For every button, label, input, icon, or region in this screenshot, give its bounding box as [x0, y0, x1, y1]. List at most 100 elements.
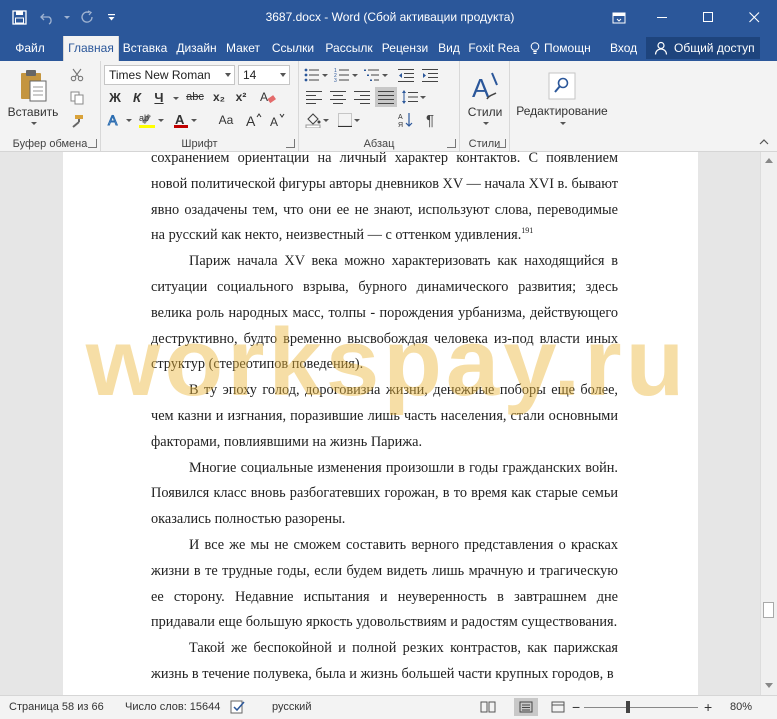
underline-button[interactable]: Ч — [149, 88, 169, 106]
increase-indent-button[interactable] — [419, 65, 441, 85]
clipboard-dialog-launcher[interactable] — [88, 139, 97, 148]
grow-font-button[interactable]: A — [243, 110, 265, 130]
font-dialog-launcher[interactable] — [286, 139, 295, 148]
shrink-font-button[interactable]: A — [267, 110, 289, 130]
redo-button[interactable] — [74, 5, 100, 31]
grow-font-icon: A — [246, 113, 262, 128]
tab-references[interactable]: Ссылки — [266, 35, 320, 61]
zoom-slider-thumb[interactable] — [626, 701, 631, 713]
shading-button[interactable] — [303, 110, 331, 130]
window-title: 3687.docx - Word (Сбой активации продукт… — [265, 10, 515, 24]
undo-dropdown[interactable] — [62, 5, 72, 31]
ribbon-display-options-button[interactable] — [599, 0, 639, 35]
italic-button[interactable]: К — [127, 88, 147, 106]
web-layout-button[interactable] — [546, 698, 570, 716]
word-count[interactable]: Число слов: 15644 — [125, 696, 220, 719]
scroll-thumb[interactable] — [763, 602, 774, 618]
subscript-button[interactable]: x₂ — [209, 88, 229, 106]
paste-button[interactable]: Вставить — [8, 65, 58, 129]
tab-layout[interactable]: Макет — [222, 35, 264, 61]
align-center-button[interactable] — [327, 87, 349, 107]
tab-file[interactable]: Файл — [0, 35, 60, 61]
language-indicator[interactable]: русский — [272, 696, 311, 719]
svg-text:ab: ab — [139, 113, 149, 123]
sort-icon-button[interactable]: АЯ — [395, 110, 417, 130]
highlight-color-button[interactable]: ab — [137, 110, 165, 130]
share-button[interactable]: Общий доступ — [646, 37, 760, 59]
document-text[interactable]: сохранением ориентации на личный характе… — [151, 152, 618, 688]
footnote-ref[interactable]: 191 — [521, 227, 533, 236]
tab-design[interactable]: Дизайн — [173, 35, 220, 61]
paragraph-2: Париж начала XV века можно характеризова… — [151, 253, 618, 373]
customize-qat-button[interactable] — [102, 5, 120, 31]
paragraph-group-label: Абзац — [363, 138, 395, 150]
chevron-up-icon — [759, 139, 769, 145]
bold-button[interactable]: Ж — [105, 88, 125, 106]
font-size-combo[interactable]: 14 — [238, 65, 290, 85]
underline-dropdown[interactable] — [173, 97, 179, 100]
tab-review[interactable]: Рецензи — [378, 35, 432, 61]
multilevel-list-button[interactable] — [363, 65, 389, 85]
strikethrough-button[interactable]: abc — [183, 88, 207, 106]
page-counter[interactable]: Страница 58 из 66 — [9, 696, 104, 719]
vertical-scrollbar[interactable] — [760, 152, 777, 695]
document-area[interactable]: сохранением ориентации на личный характе… — [0, 152, 760, 695]
text-effects-button[interactable]: A — [105, 110, 133, 130]
tab-foxit[interactable]: Foxit Rea — [466, 35, 522, 61]
tab-view[interactable]: Вид — [434, 35, 464, 61]
zoom-level[interactable]: 80% — [730, 696, 752, 719]
styles-dialog-launcher[interactable] — [497, 139, 506, 148]
undo-button[interactable] — [34, 5, 60, 31]
scroll-down-arrow-icon[interactable] — [765, 683, 773, 688]
maximize-button[interactable] — [685, 0, 731, 35]
paragraph-dialog-launcher[interactable] — [447, 139, 456, 148]
proofing-status[interactable] — [230, 696, 246, 719]
scroll-up-arrow-icon[interactable] — [765, 158, 773, 163]
show-marks-button[interactable]: ¶ — [419, 110, 441, 130]
zoom-out-button[interactable]: − — [572, 696, 580, 719]
zoom-in-button[interactable]: + — [704, 696, 712, 719]
chevron-down-icon — [191, 118, 197, 122]
clipboard-group: Вставить Буфер обмена — [0, 61, 101, 151]
tab-home[interactable]: Главная — [63, 36, 119, 61]
save-button[interactable] — [6, 5, 32, 31]
styles-button[interactable]: A Стили — [464, 65, 506, 131]
close-button[interactable] — [731, 0, 777, 35]
sign-in-link[interactable]: Вход — [610, 35, 637, 61]
font-name-combo[interactable]: Times New Roman — [104, 65, 235, 85]
copy-button[interactable] — [67, 89, 87, 107]
superscript-button[interactable]: x² — [231, 88, 251, 106]
editing-button[interactable]: Редактирование — [514, 65, 610, 131]
document-page[interactable]: сохранением ориентации на личный характе… — [63, 152, 698, 695]
cut-button[interactable] — [67, 66, 87, 84]
minimize-button[interactable] — [639, 0, 685, 35]
shrink-font-icon: A — [270, 113, 285, 128]
chevron-down-icon — [420, 95, 426, 99]
chevron-down-icon — [354, 118, 360, 122]
font-group: Times New Roman 14 Ж К Ч abc x₂ x² A ab — [101, 61, 299, 151]
tab-mailings[interactable]: Рассылк — [322, 35, 376, 61]
numbering-button[interactable]: 123 — [333, 65, 359, 85]
bullets-icon — [304, 68, 319, 82]
line-spacing-button[interactable] — [401, 87, 427, 107]
svg-text:Я: Я — [398, 122, 403, 128]
print-layout-button[interactable] — [514, 698, 538, 716]
change-case-button[interactable]: Aa — [213, 110, 239, 130]
format-painter-button[interactable] — [67, 112, 87, 130]
tell-me-box[interactable]: Помощн — [530, 35, 591, 61]
justify-button[interactable] — [375, 87, 397, 107]
read-mode-button[interactable] — [476, 698, 500, 716]
decrease-indent-button[interactable] — [395, 65, 417, 85]
paste-icon — [21, 70, 47, 102]
collapse-ribbon-button[interactable] — [756, 135, 772, 149]
align-right-button[interactable] — [351, 87, 373, 107]
chevron-down-icon — [225, 73, 231, 77]
borders-button[interactable] — [335, 110, 363, 130]
bullets-button[interactable] — [303, 65, 329, 85]
clear-formatting-button[interactable]: A — [257, 88, 279, 106]
align-left-button[interactable] — [303, 87, 325, 107]
justify-icon — [378, 91, 394, 104]
tab-insert[interactable]: Вставка — [119, 35, 171, 61]
zoom-slider-track[interactable] — [584, 707, 698, 708]
font-color-button[interactable]: A — [171, 110, 199, 130]
